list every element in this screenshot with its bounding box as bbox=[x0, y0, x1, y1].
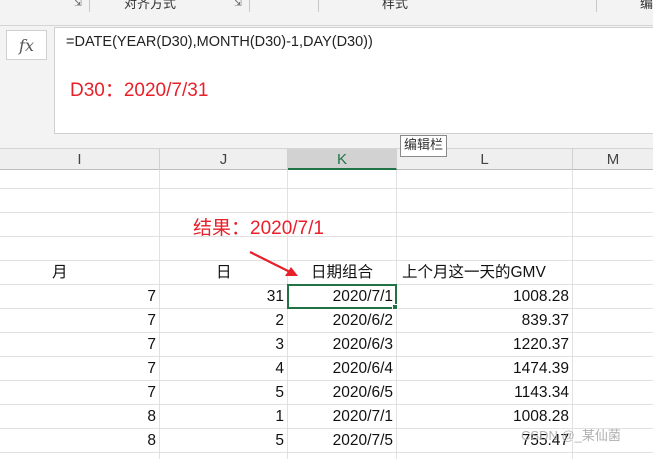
column-header-i[interactable]: I bbox=[0, 149, 160, 170]
cell-gmv[interactable]: 839.37 bbox=[397, 309, 573, 333]
cell-date[interactable]: 2020/6/5 bbox=[288, 381, 397, 405]
cell-month[interactable]: 7 bbox=[0, 309, 160, 333]
watermark: CSDN @_某仙菌 bbox=[521, 428, 621, 443]
cell-gmv[interactable]: 1220.37 bbox=[397, 333, 573, 357]
ribbon-separator bbox=[596, 0, 597, 12]
cell-gmv[interactable]: 1008.28 bbox=[397, 285, 573, 309]
cell-date[interactable]: 2020/7/5 bbox=[288, 429, 397, 453]
cell-month[interactable]: 8 bbox=[0, 405, 160, 429]
dialog-launcher-icon[interactable]: ⇲ bbox=[233, 0, 243, 9]
cell-month[interactable]: 7 bbox=[0, 333, 160, 357]
column-header-row: I J K L M bbox=[0, 148, 653, 170]
ribbon: ⇲ 对齐方式 ⇲ 样式 编 bbox=[0, 0, 653, 26]
ribbon-group-edit: 编 bbox=[640, 0, 653, 12]
annotation-result: 结果：2020/7/1 bbox=[193, 218, 324, 239]
cell-day[interactable]: 5 bbox=[160, 381, 288, 405]
cell-date[interactable]: 2020/7/1 bbox=[288, 405, 397, 429]
cell-day[interactable]: 5 bbox=[160, 429, 288, 453]
cell-month[interactable]: 7 bbox=[0, 381, 160, 405]
fx-icon: fx bbox=[19, 35, 34, 55]
grid-line bbox=[0, 212, 653, 213]
cell-month[interactable]: 8 bbox=[0, 429, 160, 453]
formula-bar: fx =DATE(YEAR(D30),MONTH(D30)-1,DAY(D30)… bbox=[0, 26, 653, 148]
column-header-k[interactable]: K bbox=[288, 149, 397, 170]
cell-day[interactable]: 4 bbox=[160, 357, 288, 381]
cell-date[interactable]: 2020/6/4 bbox=[288, 357, 397, 381]
fill-handle[interactable] bbox=[392, 304, 398, 310]
grid-line bbox=[0, 188, 653, 189]
header-gmv[interactable]: 上个月这一天的GMV bbox=[402, 261, 546, 285]
cell-day[interactable]: 1 bbox=[160, 405, 288, 429]
cell-day[interactable]: 31 bbox=[160, 285, 288, 309]
header-month[interactable]: 月 bbox=[52, 261, 68, 285]
ribbon-separator bbox=[318, 0, 319, 12]
cell-date[interactable]: 2020/6/2 bbox=[288, 309, 397, 333]
header-day[interactable]: 日 bbox=[216, 261, 232, 285]
cell-month[interactable]: 7 bbox=[0, 357, 160, 381]
cell-month[interactable]: 7 bbox=[0, 285, 160, 309]
cell-date[interactable]: 2020/6/3 bbox=[288, 333, 397, 357]
ribbon-separator bbox=[89, 0, 90, 12]
header-date[interactable]: 日期组合 bbox=[288, 261, 396, 285]
dialog-launcher-icon[interactable]: ⇲ bbox=[73, 0, 83, 9]
cell-gmv[interactable]: 1474.39 bbox=[397, 357, 573, 381]
cell-day[interactable]: 3 bbox=[160, 333, 288, 357]
grid-line bbox=[0, 236, 653, 237]
column-header-j[interactable]: J bbox=[160, 149, 288, 170]
formula-input[interactable]: =DATE(YEAR(D30),MONTH(D30)-1,DAY(D30)) D… bbox=[54, 27, 653, 134]
active-cell-k[interactable] bbox=[287, 284, 397, 309]
annotation-d30: D30：2020/7/31 bbox=[70, 80, 209, 101]
cell-day[interactable]: 2 bbox=[160, 309, 288, 333]
column-header-m[interactable]: M bbox=[573, 149, 653, 170]
formula-bar-tooltip: 编辑栏 bbox=[400, 135, 448, 157]
ribbon-separator bbox=[249, 0, 250, 12]
ribbon-group-alignment: 对齐方式 bbox=[124, 0, 177, 12]
insert-function-button[interactable]: fx bbox=[6, 30, 47, 60]
worksheet-grid[interactable]: 结果：2020/7/1 月 日 日期组合 上个月这一天的GMV 7 31 202… bbox=[0, 170, 653, 459]
ribbon-group-styles: 样式 bbox=[382, 0, 409, 12]
formula-text: =DATE(YEAR(D30),MONTH(D30)-1,DAY(D30)) bbox=[66, 34, 373, 50]
cell-gmv[interactable]: 1143.34 bbox=[397, 381, 573, 405]
